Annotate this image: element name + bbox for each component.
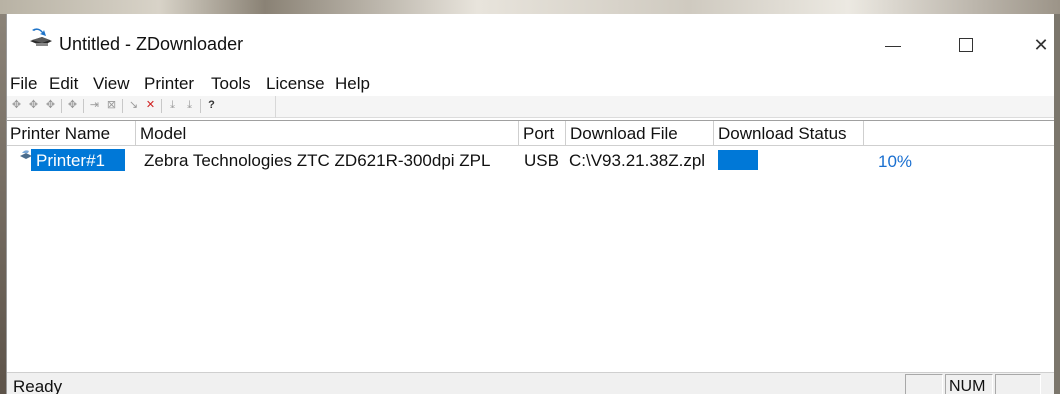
printer-properties-icon[interactable]: ✥ <box>66 99 79 112</box>
maximize-button[interactable] <box>943 30 987 60</box>
menu-help[interactable]: Help <box>335 74 370 94</box>
column-download-file[interactable]: Download File <box>570 124 678 144</box>
desktop-background-right <box>1054 14 1060 394</box>
download-progress-bar <box>718 150 898 170</box>
toolbar: ✥ ✥ ✥ ✥ ⇥ ⊠ ↘ ✕ ⤓ ⤓ ? <box>7 96 1054 118</box>
column-divider[interactable] <box>565 121 566 146</box>
minimize-icon <box>885 46 901 47</box>
remove-printer-icon[interactable]: ✥ <box>44 99 57 112</box>
printer-name-cell[interactable]: Printer#1 <box>36 151 105 171</box>
column-model[interactable]: Model <box>140 124 186 144</box>
maximize-icon <box>959 38 973 52</box>
status-pane-caps <box>905 374 943 394</box>
minimize-button[interactable] <box>871 30 915 60</box>
progress-percent-label: 10% <box>878 152 913 171</box>
printer-icon <box>20 150 32 159</box>
list-header: Printer Name Model Port Download File Do… <box>7 121 1054 146</box>
toolbar-separator <box>122 99 123 113</box>
column-divider[interactable] <box>863 121 864 146</box>
download-all-icon[interactable]: ⤓ <box>166 99 179 112</box>
desktop-background <box>0 0 1060 14</box>
column-download-status[interactable]: Download Status <box>718 124 847 144</box>
title-bar[interactable]: Untitled - ZDownloader ✕ <box>7 14 1054 68</box>
zdownloader-app-icon <box>30 28 52 46</box>
status-pane-scroll <box>995 374 1041 394</box>
help-icon[interactable]: ? <box>205 99 218 112</box>
status-pane-num: NUM <box>945 374 993 394</box>
menu-bar: File Edit View Printer Tools License Hel… <box>7 72 1054 96</box>
close-button[interactable]: ✕ <box>1019 30 1060 60</box>
menu-file[interactable]: File <box>10 74 37 94</box>
status-text: Ready <box>13 377 63 394</box>
cancel-icon[interactable]: ✕ <box>144 99 157 112</box>
num-lock-indicator: NUM <box>949 378 986 394</box>
menu-edit[interactable]: Edit <box>49 74 78 94</box>
toolbar-separator <box>83 99 84 113</box>
menu-tools[interactable]: Tools <box>211 74 251 94</box>
send-icon[interactable]: ↘ <box>127 99 140 112</box>
status-bar: Ready NUM <box>7 372 1054 394</box>
connect-printer-icon[interactable]: ✥ <box>10 99 23 112</box>
download-selected-icon[interactable]: ⤓ <box>183 99 196 112</box>
menu-printer[interactable]: Printer <box>144 74 194 94</box>
toolbar-end-divider <box>275 96 276 118</box>
table-row[interactable]: Printer#1 Zebra Technologies ZTC ZD621R-… <box>7 147 1054 175</box>
column-divider[interactable] <box>518 121 519 146</box>
app-window: Untitled - ZDownloader ✕ File Edit View … <box>6 14 1054 394</box>
toolbar-separator <box>161 99 162 113</box>
download-file-cell: C:\V93.21.38Z.zpl <box>569 151 706 170</box>
progress-fill <box>718 150 758 170</box>
column-divider[interactable] <box>135 121 136 146</box>
menu-view[interactable]: View <box>93 74 130 94</box>
window-title: Untitled - ZDownloader <box>59 34 244 54</box>
remove-file-icon[interactable]: ⊠ <box>105 99 118 112</box>
column-divider[interactable] <box>713 121 714 146</box>
printer-list: Printer Name Model Port Download File Do… <box>7 120 1054 372</box>
model-cell: Zebra Technologies ZTC ZD621R-300dpi ZPL <box>144 151 491 170</box>
close-icon: ✕ <box>1033 35 1049 55</box>
add-file-icon[interactable]: ⇥ <box>88 99 101 112</box>
menu-license[interactable]: License <box>266 74 325 94</box>
port-cell: USB <box>524 151 559 170</box>
toolbar-separator <box>61 99 62 113</box>
column-port[interactable]: Port <box>523 124 554 144</box>
refresh-printer-icon[interactable]: ✥ <box>27 99 40 112</box>
toolbar-separator <box>200 99 201 113</box>
column-printer-name[interactable]: Printer Name <box>10 124 110 144</box>
